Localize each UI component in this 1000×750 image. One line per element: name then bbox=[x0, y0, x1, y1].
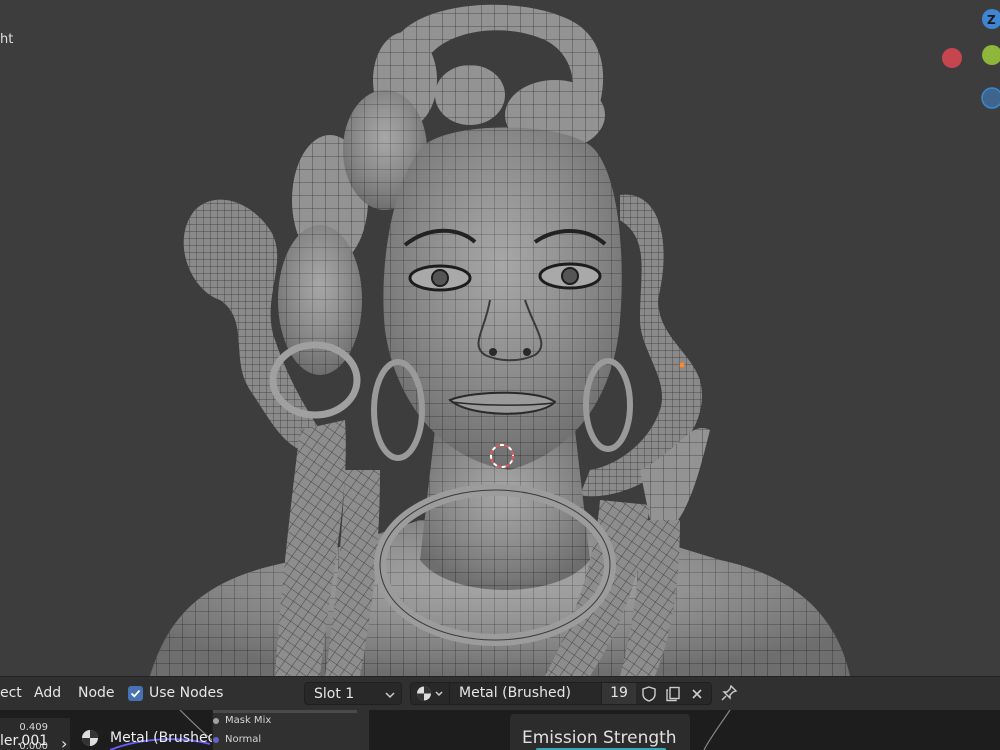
checkmark-icon bbox=[130, 689, 141, 698]
node-link-right bbox=[703, 710, 731, 750]
use-nodes-toggle[interactable]: Use Nodes bbox=[128, 685, 223, 701]
gizmo-neg-z-axis[interactable] bbox=[981, 87, 1000, 109]
node-editor-header: ect Add Node Use Nodes Slot 1 Metal (Bru… bbox=[0, 676, 1000, 711]
menu-add[interactable]: Add bbox=[34, 685, 61, 701]
emission-strength-label: Emission Strength bbox=[522, 728, 677, 748]
duplicate-material-icon[interactable] bbox=[661, 683, 685, 704]
slot-dropdown[interactable]: Slot 1 bbox=[304, 682, 402, 705]
gizmo-z-label: Z bbox=[987, 13, 996, 27]
unlink-close-icon[interactable] bbox=[685, 683, 709, 704]
fake-user-shield-icon[interactable] bbox=[637, 683, 661, 704]
node-editor-canvas[interactable]: 0.409 0.000 ler.001 › Metal (Brushed) Ma… bbox=[0, 710, 1000, 750]
material-user-count[interactable]: 19 bbox=[601, 683, 636, 704]
use-nodes-label: Use Nodes bbox=[149, 685, 224, 701]
character-mesh bbox=[150, 4, 850, 676]
socket-mask-mix[interactable]: Mask Mix bbox=[213, 715, 271, 726]
material-node-label[interactable]: Metal (Brushed) bbox=[80, 728, 222, 748]
gizmo-x-axis[interactable] bbox=[942, 48, 962, 68]
material-selector[interactable]: Metal (Brushed) 19 bbox=[410, 682, 712, 705]
material-sphere-icon bbox=[82, 730, 98, 746]
material-sphere-icon bbox=[417, 686, 443, 701]
navigation-gizmo[interactable]: Z bbox=[930, 0, 1000, 120]
node-header-strip bbox=[213, 710, 357, 713]
menu-node[interactable]: Node bbox=[78, 685, 115, 701]
material-browse-button[interactable] bbox=[411, 683, 450, 704]
shader-node[interactable]: Mask Mix Normal bbox=[212, 710, 369, 750]
gizmo-y-axis[interactable] bbox=[982, 45, 1000, 65]
pin-icon[interactable] bbox=[720, 684, 738, 706]
selected-vertex bbox=[679, 362, 685, 368]
slot-label: Slot 1 bbox=[314, 686, 355, 702]
3d-viewport[interactable]: ht Z bbox=[0, 0, 1000, 676]
socket-dot-grey[interactable] bbox=[213, 717, 219, 724]
use-nodes-checkbox[interactable] bbox=[128, 685, 143, 701]
menu-select[interactable]: ect bbox=[0, 685, 22, 701]
material-name[interactable]: Metal (Brushed) bbox=[459, 685, 571, 701]
socket-normal[interactable]: Normal bbox=[213, 734, 261, 745]
emission-strength-node[interactable]: Emission Strength bbox=[510, 714, 690, 750]
socket-dot-vector[interactable] bbox=[213, 736, 219, 743]
material-node-name: Metal (Brushed) bbox=[110, 730, 222, 746]
